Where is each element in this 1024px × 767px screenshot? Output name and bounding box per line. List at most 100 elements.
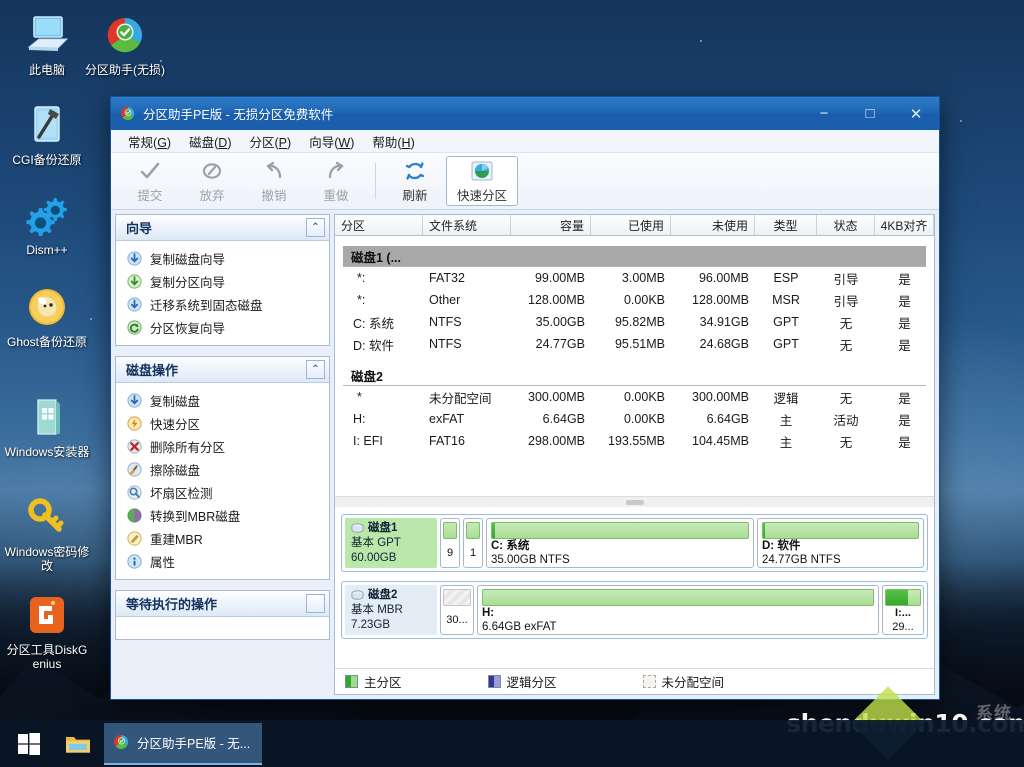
diskgenius-icon [4,590,90,640]
desktop-icon-label: 分区工具DiskGenius [6,643,88,671]
partition-block-i[interactable]: I:... 29... [882,585,924,635]
desktop-icon-windows-installer[interactable]: Windows安装器 [4,392,90,459]
minimize-button[interactable]: − [801,97,847,130]
this-pc-icon [4,10,90,60]
toolbar-refresh-button[interactable]: 刷新 [384,156,446,206]
desktop-icon-windows-password[interactable]: Windows密码修改 [4,492,90,573]
disk-label-wrap: 磁盘1 [351,521,431,536]
partition-block-esp[interactable]: 9 [440,518,460,568]
desktop-icon-cgi-backup[interactable]: CGI备份还原 [4,100,90,167]
app-icon [114,735,129,749]
column-header-4kb-align[interactable]: 4KB对齐 [875,215,934,235]
table-row[interactable]: I: EFI FAT16 298.00MB 193.55MB 104.45MB … [335,430,934,452]
partition-block-text: 30... [443,606,471,634]
sidebar-item-partition-recovery-wizard[interactable]: 分区恢复向导 [116,316,329,339]
disk-info-2[interactable]: 磁盘2 基本 MBR 7.23GB [345,585,437,635]
partition-block-h[interactable]: H: 6.64GB exFAT [477,585,879,635]
table-row[interactable]: *: Other 128.00MB 0.00KB 128.00MB MSR 引导… [335,289,934,311]
sidebar-item-label: 复制分区向导 [150,276,226,290]
menu-wizard[interactable]: 向导(W) [300,130,363,153]
cell-used: 0.00KB [623,293,665,307]
menu-general[interactable]: 常规(G) [119,130,180,153]
toolbar-discard-button[interactable]: 放弃 [181,156,243,206]
sidebar-item-delete-all-partitions[interactable]: 删除所有分区 [116,435,329,458]
panel-disk-operations-header[interactable]: 磁盘操作 ⌃ [116,357,329,383]
cell-capacity: 6.64GB [542,412,585,426]
sidebar-item-bad-sector-check[interactable]: 坏扇区检测 [116,481,329,504]
toolbar-quick-partition-button[interactable]: 快速分区 [446,156,518,206]
table-row[interactable]: H: exFAT 6.64GB 0.00KB 6.64GB 主 活动 是 [335,408,934,430]
panel-wizard-header[interactable]: 向导 ⌃ [116,215,329,241]
desktop-icon-this-pc[interactable]: 此电脑 [4,10,90,77]
start-button[interactable] [6,720,52,767]
partition-detail: 9 [446,547,454,559]
maximize-button[interactable]: □ [847,97,893,130]
desktop-icon-dism[interactable]: Dism++ [4,190,90,257]
scrollbar-grip[interactable] [625,499,644,505]
menu-partition[interactable]: 分区(P) [240,130,300,153]
sidebar-item-copy-disk-wizard[interactable]: 复制磁盘向导 [116,247,329,270]
sidebar-item-convert-to-mbr[interactable]: 转换到MBR磁盘 [116,504,329,527]
sidebar-item-migrate-os[interactable]: 迁移系统到固态磁盘 [116,293,329,316]
sidebar-item-rebuild-mbr[interactable]: 重建MBR [116,527,329,550]
sidebar-item-copy-disk[interactable]: 复制磁盘 [116,389,329,412]
desktop-icon-diskgenius[interactable]: 分区工具DiskGenius [4,590,90,671]
menu-disk[interactable]: 磁盘(D) [180,130,240,153]
disk-group-header-1[interactable]: 磁盘1 (... [343,246,926,267]
pending-operations-list[interactable] [116,617,329,639]
column-header-used[interactable]: 已使用 [591,215,671,235]
column-header-status[interactable]: 状态 [817,215,875,235]
column-header-type[interactable]: 类型 [755,215,817,235]
disk-size: 7.23GB [351,618,390,631]
sidebar-item-label: 快速分区 [150,418,201,432]
horizontal-scrollbar[interactable] [335,496,934,507]
menu-help[interactable]: 帮助(H) [363,130,423,153]
legend-logical-partition: 逻辑分区 [487,672,557,691]
column-header-capacity[interactable]: 容量 [511,215,591,235]
sidebar-item-copy-partition-wizard[interactable]: 复制分区向导 [116,270,329,293]
properties-icon [126,554,142,570]
cell-status: 引导 [833,294,859,309]
sidebar-item-properties[interactable]: 属性 [116,550,329,573]
cell-partition: D: 软件 [353,338,394,353]
disk-info-1[interactable]: 磁盘1 基本 GPT 60.00GB [345,518,437,568]
chevron-up-icon[interactable]: ⌃ [306,218,325,237]
toolbar-redo-button[interactable]: 重做 [305,156,367,206]
disk-map-row-2[interactable]: 磁盘2 基本 MBR 7.23GB 30... H: 6.64GB exFAT … [341,581,928,639]
sidebar-item-label: 属性 [150,556,176,570]
disk-group-header-2[interactable]: 磁盘2 [343,365,926,386]
main-pane: 分区 文件系统 容量 已使用 未使用 类型 状态 4KB对齐 磁盘1 (... … [334,214,935,695]
disk-scheme: 基本 GPT [351,536,401,549]
column-header-partition[interactable]: 分区 [335,215,423,235]
chevron-up-icon[interactable]: ⌃ [306,360,325,379]
disk-map-row-1[interactable]: 磁盘1 基本 GPT 60.00GB 9 1 C: 系统 35.00GB NTF… [341,514,928,572]
bad-sector-check-icon [126,485,142,501]
toolbar-undo-button[interactable]: 撤销 [243,156,305,206]
cell-filesystem: FAT32 [429,271,465,285]
table-row[interactable]: C: 系统 NTFS 35.00GB 95.82MB 34.91GB GPT 无… [335,311,934,333]
column-header-filesystem[interactable]: 文件系统 [423,215,511,235]
sidebar-item-quick-partition[interactable]: 快速分区 [116,412,329,435]
file-explorer-button[interactable] [56,720,100,767]
sidebar-item-wipe-disk[interactable]: 擦除磁盘 [116,458,329,481]
taskbar-app-partition-assistant[interactable]: 分区助手PE版 - 无... [104,722,263,765]
cell-status: 引导 [833,272,859,287]
partition-block-d[interactable]: D: 软件 24.77GB NTFS [757,518,924,568]
disk-name: 磁盘2 [368,588,398,601]
chevron-up-icon[interactable] [306,594,325,613]
partition-block-msr[interactable]: 1 [463,518,483,568]
column-header-unused[interactable]: 未使用 [671,215,755,235]
desktop-icon-partition-assistant[interactable]: 分区助手(无损) [82,10,168,77]
window-titlebar[interactable]: 分区助手PE版 - 无损分区免费软件 − □ ✕ [111,97,939,130]
toolbar-commit-button[interactable]: 提交 [119,156,181,206]
desktop-icon-label: 此电脑 [28,63,65,77]
partition-block-unallocated[interactable]: 30... [440,585,474,635]
panel-pending-operations-header[interactable]: 等待执行的操作 [116,591,329,617]
table-row[interactable]: * 未分配空间 300.00MB 0.00KB 300.00MB 逻辑 无 是 [335,386,934,408]
table-row[interactable]: *: FAT32 99.00MB 3.00MB 96.00MB ESP 引导 是 [335,267,934,289]
partition-block-c[interactable]: C: 系统 35.00GB NTFS [486,518,754,568]
toolbar-separator [375,163,376,199]
desktop-icon-ghost-backup[interactable]: Ghost备份还原 [4,282,90,349]
table-row[interactable]: D: 软件 NTFS 24.77GB 95.51MB 24.68GB GPT 无… [335,333,934,355]
close-button[interactable]: ✕ [893,97,939,130]
